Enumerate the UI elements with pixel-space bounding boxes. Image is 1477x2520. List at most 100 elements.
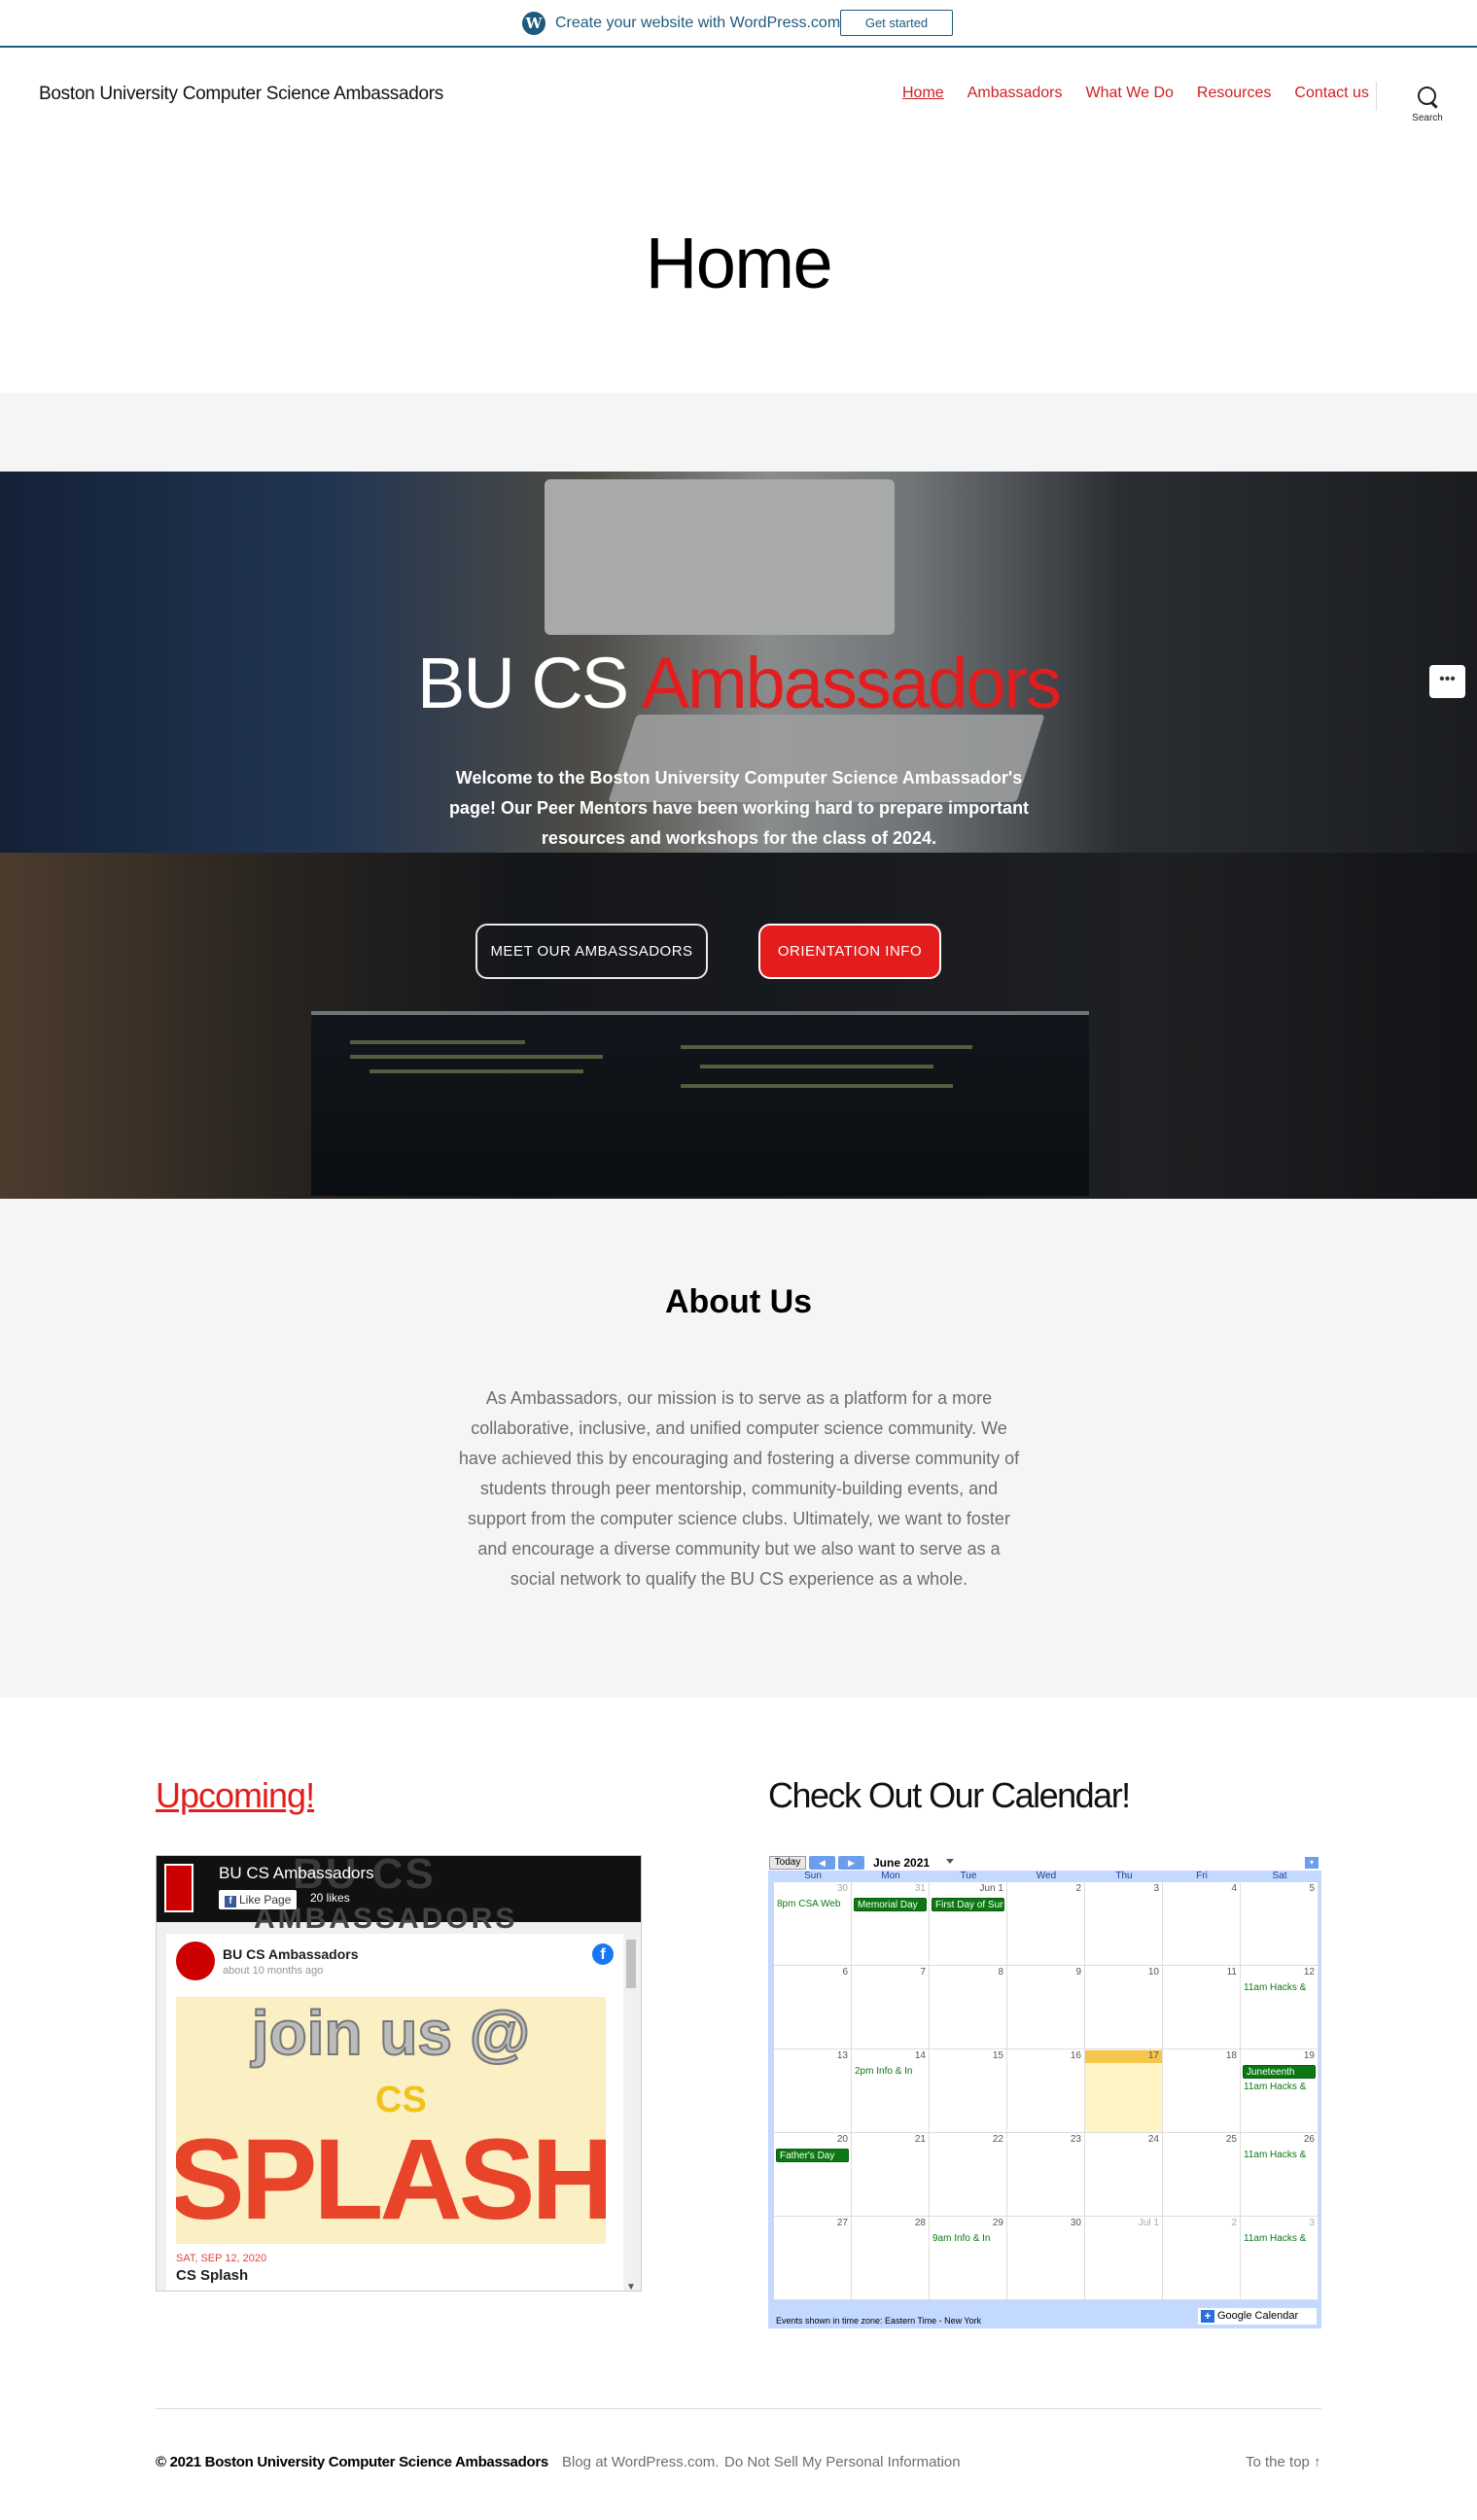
do-not-sell-link[interactable]: Do Not Sell My Personal Information xyxy=(724,2454,961,2470)
upcoming-heading-link[interactable]: Upcoming! xyxy=(156,1775,315,1816)
calendar-day-cell[interactable]: 27 xyxy=(774,2217,852,2300)
calendar-day-cell[interactable]: 7 xyxy=(852,1966,930,2049)
calendar-day-number: 24 xyxy=(1147,2134,1159,2145)
facebook-cover: BU CS AMBASSADORS BU CS Ambassadors f Lik… xyxy=(157,1856,641,1935)
calendar-day-cell[interactable]: 6 xyxy=(774,1966,852,2049)
calendar-day-cell[interactable]: 23 xyxy=(1007,2133,1085,2217)
calendar-event[interactable]: First Day of Summer xyxy=(932,1898,1004,1911)
event-title[interactable]: CS Splash xyxy=(176,2267,248,2284)
hero-title-plain: BU CS xyxy=(416,643,629,723)
footer-blog-link[interactable]: Blog at WordPress.com. xyxy=(562,2454,719,2470)
scroll-down-icon[interactable]: ▼ xyxy=(626,2282,636,2291)
calendar-day-number: 12 xyxy=(1303,1967,1315,1978)
page-logo[interactable] xyxy=(164,1864,193,1912)
calendar-menu-icon[interactable]: ▾ xyxy=(1305,1857,1319,1869)
event-date: SAT, SEP 12, 2020 xyxy=(176,2253,267,2264)
calendar-day-cell[interactable]: 16 xyxy=(1007,2049,1085,2133)
post-author[interactable]: BU CS Ambassadors xyxy=(223,1946,359,1962)
calendar-day-number: 27 xyxy=(836,2218,848,2228)
calendar-day-cell[interactable]: 19 Juneteenth 11am Hacks & xyxy=(1241,2049,1319,2133)
more-options-button[interactable]: ••• xyxy=(1429,665,1465,698)
facebook-page-name[interactable]: BU CS Ambassadors xyxy=(219,1864,374,1883)
avatar[interactable] xyxy=(176,1942,215,1980)
calendar-day-cell[interactable]: 25 xyxy=(1163,2133,1241,2217)
calendar-day-cell[interactable]: 17 xyxy=(1085,2049,1163,2133)
google-calendar-button[interactable]: + Google Calendar xyxy=(1198,2308,1317,2325)
hero-title-red: Ambassadors xyxy=(641,643,1062,723)
calendar-day-number: 28 xyxy=(914,2218,926,2228)
calendar-day-cell[interactable]: 8 xyxy=(930,1966,1007,2049)
scrollbar-thumb[interactable] xyxy=(626,1940,636,1988)
calendar-day-cell[interactable]: 31 Memorial Day xyxy=(852,1882,930,1966)
site-title[interactable]: Boston University Computer Science Ambas… xyxy=(39,84,443,105)
calendar-day-cell[interactable]: 10 xyxy=(1085,1966,1163,2049)
calendar-day-cell[interactable]: 4 xyxy=(1163,1882,1241,1966)
calendar-day-number: 13 xyxy=(836,2050,848,2061)
calendar-day-cell[interactable]: 14 2pm Info & In xyxy=(852,2049,930,2133)
calendar-day-cell[interactable]: 9 xyxy=(1007,1966,1085,2049)
today-button[interactable]: Today xyxy=(769,1856,806,1870)
calendar-day-cell[interactable]: 29 9am Info & In xyxy=(930,2217,1007,2300)
calendar-event[interactable]: 11am Hacks & xyxy=(1243,2232,1316,2246)
hero-cover: BU CS Ambassadors Welcome to the Boston … xyxy=(0,472,1477,1199)
weekday-header: Fri xyxy=(1196,1871,1208,1881)
footer-copyright[interactable]: © 2021 Boston University Computer Scienc… xyxy=(156,2454,548,2470)
to-top-link[interactable]: To the top ↑ xyxy=(1246,2454,1321,2470)
get-started-button[interactable]: Get started xyxy=(840,10,953,36)
calendar-day-cell[interactable]: 30 8pm CSA Web xyxy=(774,1882,852,1966)
facebook-icon[interactable]: f xyxy=(592,1943,614,1965)
like-page-button[interactable]: f Like Page xyxy=(219,1890,298,1909)
next-month-icon[interactable]: ▶ xyxy=(838,1856,864,1870)
calendar-day-cell[interactable]: 21 xyxy=(852,2133,930,2217)
widget-scrollbar[interactable]: ▼ xyxy=(623,1934,639,2291)
calendar-event[interactable]: 9am Info & In xyxy=(932,2232,1004,2246)
calendar-day-number: 31 xyxy=(914,1883,926,1894)
calendar-event[interactable]: Juneteenth xyxy=(1243,2065,1316,2079)
month-dropdown-icon[interactable] xyxy=(946,1859,954,1864)
nav-contact-us[interactable]: Contact us xyxy=(1294,85,1368,102)
post-image[interactable]: join us @ CS SPLASH xyxy=(176,1997,606,2244)
calendar-day-cell[interactable]: 13 xyxy=(774,2049,852,2133)
calendar-day-cell[interactable]: 2 xyxy=(1163,2217,1241,2300)
calendar-event[interactable]: 2pm Info & In xyxy=(854,2065,927,2079)
calendar-day-cell[interactable]: 20 Father's Day xyxy=(774,2133,852,2217)
calendar-day-cell[interactable]: 3 xyxy=(1085,1882,1163,1966)
calendar-day-cell[interactable]: Jul 1 xyxy=(1085,2217,1163,2300)
calendar-day-cell[interactable]: 30 xyxy=(1007,2217,1085,2300)
calendar-event[interactable]: Father's Day xyxy=(776,2149,849,2162)
nav-home[interactable]: Home xyxy=(902,85,944,102)
calendar-event[interactable]: 11am Hacks & xyxy=(1243,2081,1316,2094)
prev-month-icon[interactable]: ◀ xyxy=(809,1856,835,1870)
search-toggle[interactable]: Search xyxy=(1400,80,1455,123)
calendar-event[interactable]: 11am Hacks & xyxy=(1243,1981,1316,1995)
calendar-day-cell[interactable]: 18 xyxy=(1163,2049,1241,2133)
wordpress-banner-text[interactable]: Create your website with WordPress.com xyxy=(555,15,840,32)
calendar-day-cell[interactable]: 24 xyxy=(1085,2133,1163,2217)
calendar-event[interactable]: 8pm CSA Web xyxy=(776,1898,849,1911)
calendar-day-cell[interactable]: Jun 1 First Day of Summer xyxy=(930,1882,1007,1966)
nav-what-we-do[interactable]: What We Do xyxy=(1086,85,1174,102)
calendar-day-cell[interactable]: 11 xyxy=(1163,1966,1241,2049)
calendar-day-cell[interactable]: 28 xyxy=(852,2217,930,2300)
calendar-day-cell[interactable]: 5 xyxy=(1241,1882,1319,1966)
calendar-day-cell[interactable]: 15 xyxy=(930,2049,1007,2133)
calendar-day-cell[interactable]: 2 xyxy=(1007,1882,1085,1966)
calendar-day-number: 2 xyxy=(1075,1883,1081,1894)
calendar-day-cell[interactable]: 3 11am Hacks & xyxy=(1241,2217,1319,2300)
post-time[interactable]: about 10 months ago xyxy=(223,1965,323,1977)
calendar-day-cell[interactable]: 26 11am Hacks & xyxy=(1241,2133,1319,2217)
orientation-info-button[interactable]: ORIENTATION INFO xyxy=(758,924,941,979)
nav-resources[interactable]: Resources xyxy=(1197,85,1271,102)
calendar-day-cell[interactable]: 12 11am Hacks & xyxy=(1241,1966,1319,2049)
calendar-day-number: 14 xyxy=(914,2050,926,2061)
calendar-month[interactable]: June 2021 xyxy=(873,1856,930,1870)
calendar-day-cell[interactable]: 22 xyxy=(930,2133,1007,2217)
calendar-event[interactable]: 11am Hacks & xyxy=(1243,2149,1316,2162)
calendar-day-number: 15 xyxy=(992,2050,1003,2061)
facebook-like-icon: f xyxy=(225,1896,236,1908)
calendar-event[interactable]: Memorial Day xyxy=(854,1898,927,1911)
meet-ambassadors-button[interactable]: MEET OUR AMBASSADORS xyxy=(475,924,708,979)
calendar-day-number: 7 xyxy=(920,1967,926,1978)
calendar-day-number: 29 xyxy=(992,2218,1003,2228)
nav-ambassadors[interactable]: Ambassadors xyxy=(967,85,1063,102)
